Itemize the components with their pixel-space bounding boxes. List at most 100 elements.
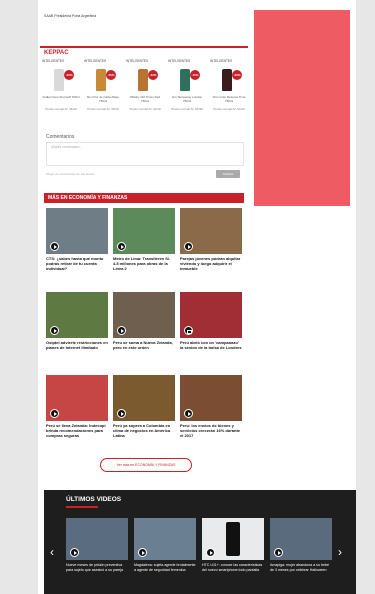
play-icon[interactable]: [50, 409, 59, 418]
article-caption[interactable]: CTS: ¿sabes hasta qué monto podrás retir…: [46, 256, 108, 271]
article-card[interactable]: Perú abrió con un 'campanazo' la sesión …: [180, 292, 242, 374]
ad-product-title: INTELGENTES: [210, 59, 233, 63]
ad-product-desc: Ron Flor de Caña Añejo 750ml: [86, 95, 120, 103]
video-thumbnail[interactable]: [66, 518, 128, 560]
see-more-button[interactable]: Ver más en ECONOMÍA Y FINANZAS: [100, 458, 192, 472]
ad-product-title: INTELGENTES: [84, 59, 107, 63]
ad-product-price: Precio normal S/. 89.90: [171, 107, 203, 111]
article-thumbnail[interactable]: [180, 292, 242, 338]
ad-product-price: Precio normal S/. 42.00: [129, 107, 161, 111]
article-caption[interactable]: Perú se lleva Zelanda: Indecopi brinda r…: [46, 423, 108, 438]
article-caption[interactable]: Parejas jóvenes podrán alquilar viviendo…: [180, 256, 242, 271]
video-caption[interactable]: Magdalena: sujeta agrede brutalmente a a…: [134, 563, 196, 572]
play-icon[interactable]: [117, 326, 126, 335]
ad-product-title: INTELGENTES: [168, 59, 191, 63]
section-header: MÁS EN ECONOMÍA Y FINANZAS: [44, 193, 244, 203]
ad-product-desc: Whisky Old Times Red 750ml: [129, 95, 161, 103]
side-ad-banner[interactable]: [254, 10, 350, 206]
video-thumbnail[interactable]: [270, 518, 332, 560]
article-caption[interactable]: Metro de Lima: Transfieren S/. 4.5 millo…: [113, 256, 175, 271]
article-caption[interactable]: Perú abrió con un 'campanazo' la sesión …: [180, 340, 242, 350]
play-icon[interactable]: [117, 409, 126, 418]
article-caption[interactable]: Perú: los envíos de bienes y servicios c…: [180, 423, 242, 438]
play-icon[interactable]: [138, 548, 147, 557]
ad-product[interactable]: INTELGENTES -25% Ron Flor de Caña Añejo …: [84, 59, 122, 126]
comments-label: Comentarios: [46, 134, 75, 140]
product-ad-banner[interactable]: KEPPAC INTELGENTES -20% Vodka Oxen Smirn…: [40, 46, 248, 130]
article-thumbnail[interactable]: [180, 208, 242, 254]
bottle-icon: [96, 69, 106, 91]
publish-button[interactable]: Publicar: [216, 170, 240, 178]
play-icon[interactable]: [50, 326, 59, 335]
bottle-icon: [222, 69, 232, 91]
bottle-icon: [54, 69, 64, 91]
play-icon[interactable]: [274, 548, 283, 557]
video-card[interactable]: Amapiga: mujer abandona a su bebé de 3 m…: [270, 518, 332, 594]
article-card[interactable]: Perú: los envíos de bienes y servicios c…: [180, 375, 242, 457]
article-card[interactable]: Osiptel advierte restricciones en planes…: [46, 292, 108, 374]
article-caption[interactable]: Perú ya supera a Colombia en clima de ne…: [113, 423, 175, 438]
article-thumbnail[interactable]: [113, 292, 175, 338]
section-title: MÁS EN ECONOMÍA Y FINANZAS: [48, 195, 128, 201]
video-card[interactable]: HTC U11+: conoce las características del…: [202, 518, 264, 594]
ad-product-title: INTELGENTES: [42, 59, 65, 63]
article-thumbnail[interactable]: [46, 292, 108, 338]
ad-product-desc: Gin Tanqueray London 750ml: [171, 95, 203, 103]
article-card[interactable]: Perú ya supera a Colombia en clima de ne…: [113, 375, 175, 457]
article-thumbnail[interactable]: [46, 208, 108, 254]
discount-badge: -20%: [232, 70, 242, 80]
comment-placeholder: Añadir comentario...: [51, 145, 83, 149]
bottle-icon: [138, 69, 148, 91]
play-icon[interactable]: [184, 409, 193, 418]
title-underline: [66, 506, 98, 508]
ad-brand-logo: KEPPAC: [44, 50, 69, 56]
play-icon[interactable]: [184, 242, 193, 251]
top-link[interactable]: SAAB Presidenta Porta Argentina: [44, 14, 96, 18]
play-icon[interactable]: [50, 242, 59, 251]
latest-videos-section: ÚLTIMOS VIDEOS ‹ › Nueve meses de prisió…: [44, 490, 356, 594]
ad-product-price: Precio normal S/. 54.00: [213, 107, 245, 111]
discount-badge: -20%: [64, 70, 74, 80]
article-card[interactable]: Perú se lleva Zelanda: Indecopi brinda r…: [46, 375, 108, 457]
article-card[interactable]: Perú se suma a Nueva Zelanda, pero en es…: [113, 292, 175, 374]
comments-footer: Plugin de comentarios de Facebook: [46, 172, 94, 176]
article-thumbnail[interactable]: [46, 375, 108, 421]
article-card[interactable]: Metro de Lima: Transfieren S/. 4.5 millo…: [113, 208, 175, 290]
camera-icon[interactable]: [184, 326, 193, 335]
ad-product[interactable]: INTELGENTES -20% Vino Gran Reserva Tinto…: [210, 59, 248, 126]
video-caption[interactable]: Amapiga: mujer abandona a su bebé de 3 m…: [270, 563, 332, 572]
video-card[interactable]: Magdalena: sujeta agrede brutalmente a a…: [134, 518, 196, 594]
chevron-right-icon[interactable]: ›: [338, 546, 342, 558]
ad-product-price: Precio normal S/. 45.00: [45, 107, 77, 111]
video-caption[interactable]: HTC U11+: conoce las características del…: [202, 563, 264, 572]
ad-product[interactable]: INTELGENTES -20% Vodka Oxen Smirnoff 700…: [42, 59, 80, 126]
smartphone-image: [226, 522, 240, 556]
video-thumbnail[interactable]: [134, 518, 196, 560]
video-thumbnail[interactable]: [202, 518, 264, 560]
chevron-left-icon[interactable]: ‹: [50, 546, 54, 558]
article-card[interactable]: Parejas jóvenes podrán alquilar viviendo…: [180, 208, 242, 290]
discount-badge: -25%: [106, 70, 116, 80]
ad-product[interactable]: INTELGENTES -30% Whisky Old Times Red 75…: [126, 59, 164, 126]
video-caption[interactable]: Nueve meses de prisión preventiva para s…: [66, 563, 128, 572]
comment-input[interactable]: Añadir comentario...: [46, 142, 244, 166]
article-thumbnail[interactable]: [180, 375, 242, 421]
video-card[interactable]: Nueve meses de prisión preventiva para s…: [66, 518, 128, 594]
bottle-icon: [180, 69, 190, 91]
article-thumbnail[interactable]: [113, 375, 175, 421]
article-thumbnail[interactable]: [113, 208, 175, 254]
ad-product-price: Precio normal S/. 38.90: [87, 107, 119, 111]
play-icon[interactable]: [206, 548, 215, 557]
comments-widget: Comentarios Añadir comentario... Plugin …: [46, 134, 244, 186]
discount-badge: -15%: [190, 70, 200, 80]
play-icon[interactable]: [70, 548, 79, 557]
ad-product[interactable]: INTELGENTES -15% Gin Tanqueray London 75…: [168, 59, 206, 126]
videos-title: ÚLTIMOS VIDEOS: [66, 496, 122, 503]
ad-product-desc: Vodka Oxen Smirnoff 700ml: [42, 95, 80, 99]
article-caption[interactable]: Perú se suma a Nueva Zelanda, pero en es…: [113, 340, 175, 350]
play-icon[interactable]: [117, 242, 126, 251]
ad-product-desc: Vino Gran Reserva Tinto 750ml: [212, 95, 246, 103]
article-caption[interactable]: Osiptel advierte restricciones en planes…: [46, 340, 108, 350]
discount-badge: -30%: [148, 70, 158, 80]
article-card[interactable]: CTS: ¿sabes hasta qué monto podrás retir…: [46, 208, 108, 290]
